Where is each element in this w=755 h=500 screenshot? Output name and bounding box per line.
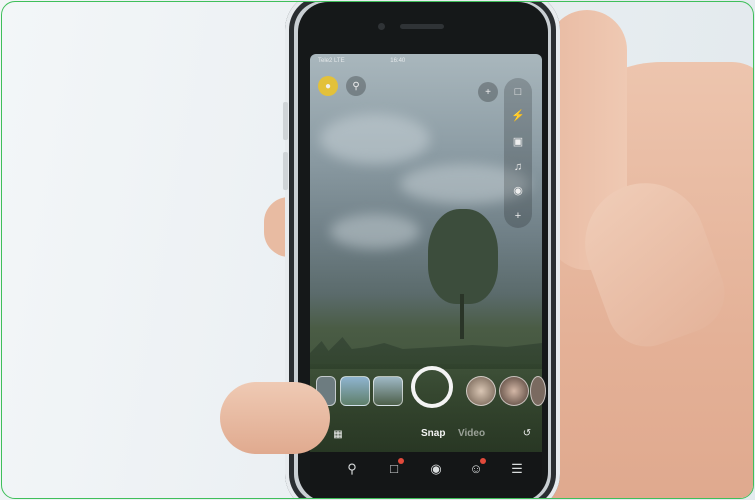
hand-finger-front <box>220 382 330 454</box>
status-bar: Tele2 LTE 16:40 <box>318 58 405 64</box>
carrier-text: Tele2 LTE <box>318 58 345 64</box>
camera-icon[interactable]: ◉ <box>427 460 445 478</box>
bitmoji-avatar-icon[interactable]: ● <box>318 76 338 96</box>
lens-thumbnail[interactable] <box>466 376 496 406</box>
phone-speaker <box>400 24 444 29</box>
lens-explore-icon[interactable]: ↺ <box>518 424 536 442</box>
photo-frame: Tele2 LTE 16:40 ● ⚲ + □ ⚡ ▣ ♫ ◉ + ▦ Snap… <box>1 1 754 499</box>
lens-thumbnail[interactable] <box>499 376 529 406</box>
flip-camera-icon[interactable]: □ <box>510 84 526 100</box>
mode-video[interactable]: Video <box>458 428 485 439</box>
shutter-button[interactable] <box>411 366 453 408</box>
plus-icon[interactable]: + <box>510 208 526 224</box>
memories-icon[interactable]: ▦ <box>330 426 346 442</box>
video-camera-icon[interactable]: ▣ <box>510 134 526 150</box>
music-note-icon[interactable]: ♫ <box>510 159 526 175</box>
status-time: 16:40 <box>390 58 406 64</box>
lens-thumbnail[interactable] <box>340 376 370 406</box>
add-friend-icon[interactable]: + <box>478 82 498 102</box>
treeline <box>310 337 542 369</box>
lens-thumbnail[interactable] <box>373 376 403 406</box>
chat-badge <box>398 458 404 464</box>
volume-button <box>283 102 288 140</box>
front-camera <box>378 23 385 30</box>
volume-button-2 <box>283 152 288 190</box>
stories-badge <box>480 458 486 464</box>
lens-thumbnail[interactable] <box>530 376 546 406</box>
spotlight-icon[interactable]: ☰ <box>508 460 526 478</box>
mode-snap[interactable]: Snap <box>421 428 445 439</box>
tree <box>428 209 498 304</box>
flash-icon[interactable]: ⚡ <box>510 108 526 124</box>
tree-trunk <box>460 294 464 339</box>
camera-tool-rail <box>504 78 532 228</box>
lens-icon[interactable]: ◉ <box>510 183 526 199</box>
map-pin-icon[interactable]: ⚲ <box>343 460 361 478</box>
search-icon[interactable]: ⚲ <box>346 76 366 96</box>
